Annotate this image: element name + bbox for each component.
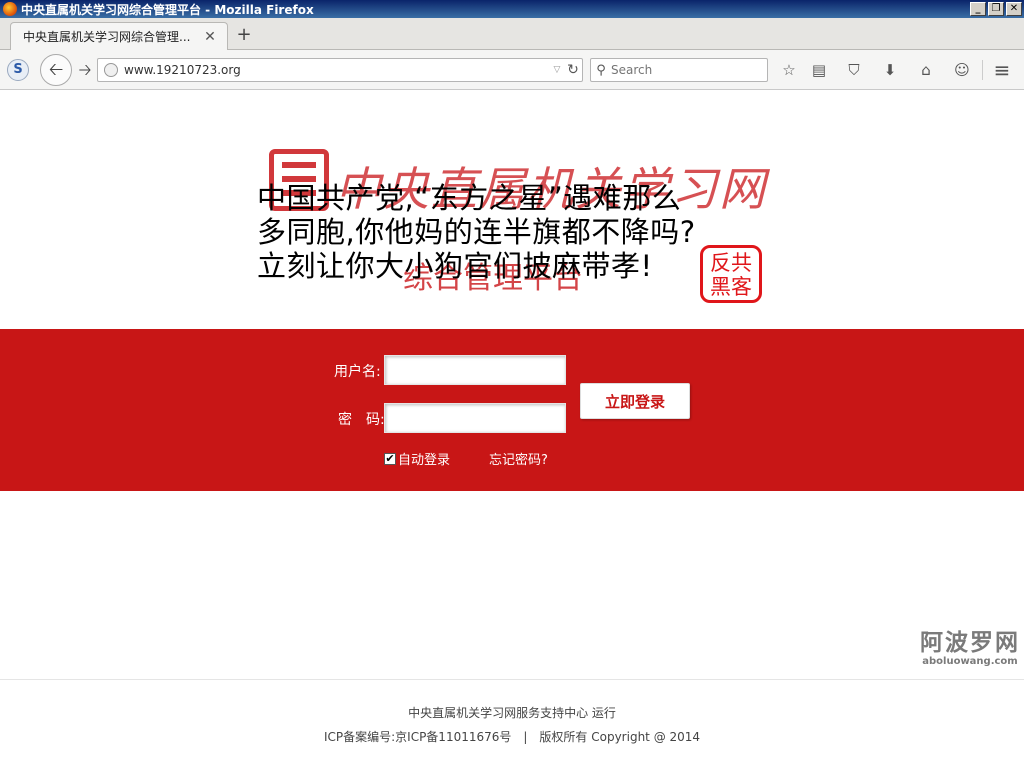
page-content: 中央直属机关学习网 综合管理平台 中国共产党,“东方之星”遇难那么 多同胞,你他… [0,91,1024,768]
tab-active[interactable]: 中央直属机关学习网综合管理... ✕ [10,22,228,50]
login-button[interactable]: 立即登录 [580,383,690,419]
search-bar[interactable]: ⚲ [590,58,768,82]
home-icon[interactable]: ⌂ [916,60,936,80]
chat-icon[interactable]: ☺ [952,60,972,80]
window-controls: _ ❐ ✕ [970,2,1022,16]
auto-login-label: 自动登录 [398,453,451,468]
url-bar[interactable]: ▽ ↻ [97,58,583,82]
pocket-icon[interactable]: ⛉ [844,60,864,80]
defacement-message: 中国共产党,“东方之星”遇难那么 多同胞,你他妈的连半旗都不降吗? 立刻让你大小… [257,181,777,283]
search-input[interactable] [611,63,767,77]
forward-button[interactable]: 🡢 [76,60,94,80]
firefox-logo-icon [3,2,17,16]
watermark-en: aboluowang.com [922,656,1018,667]
site-banner: 中央直属机关学习网 综合管理平台 中国共产党,“东方之星”遇难那么 多同胞,你他… [255,143,775,313]
back-button[interactable]: 🡠 [40,54,72,86]
sogou-extension-icon[interactable]: S [7,59,29,81]
tab-close-icon[interactable]: ✕ [203,29,217,45]
watermark: 阿波罗网 aboluowang.com [918,630,1022,668]
footer-copyright: ICP备案编号:京ICP备11011676号 | 版权所有 Copyright … [323,730,701,744]
tab-strip: 中央直属机关学习网综合管理... ✕ + [0,18,1024,50]
stamp-line: 黑客 [710,275,752,299]
tab-label: 中央直属机关学习网综合管理... [23,30,191,44]
window-title: 中央直属机关学习网综合管理平台 - Mozilla Firefox [21,2,314,17]
username-label: 用户名: [334,364,381,380]
url-dropdown-icon[interactable]: ▽ [550,65,564,75]
defacement-line: 中国共产党,“东方之星”遇难那么 [257,181,682,215]
bookmark-star-icon[interactable]: ☆ [779,60,799,80]
new-tab-button[interactable]: + [234,24,254,46]
watermark-cn: 阿波罗网 [920,630,1020,656]
reload-icon[interactable]: ↻ [564,62,582,78]
globe-icon [104,63,118,77]
reader-list-icon[interactable]: ▤ [809,60,829,80]
hacker-stamp: 反共 黑客 [700,245,762,303]
window-titlebar: 中央直属机关学习网综合管理平台 - Mozilla Firefox _ ❐ ✕ [0,0,1024,18]
toolbar-separator [982,60,983,80]
url-input[interactable] [124,63,550,77]
minimize-button[interactable]: _ [970,2,986,16]
defacement-line: 立刻让你大小狗官们披麻带孝! [257,249,653,283]
defacement-line: 多同胞,你他妈的连半旗都不降吗? [257,215,696,249]
nav-toolbar: S 🡠 🡢 ▽ ↻ ⚲ ☆ ▤ ⛉ ⬇ ⌂ ☺ ≡ [0,50,1024,90]
menu-icon[interactable]: ≡ [992,60,1012,80]
download-icon[interactable]: ⬇ [880,60,900,80]
close-window-button[interactable]: ✕ [1006,2,1022,16]
forgot-password-link[interactable]: 忘记密码? [489,449,548,468]
stamp-line: 反共 [710,251,752,275]
footer-operator: 中央直属机关学习网服务支持中心 运行 [408,706,616,720]
search-icon: ⚲ [596,62,606,78]
login-panel: 用户名: 密 码: 立即登录 ✔ 自动登录 忘记密码? [0,329,1024,491]
username-input[interactable] [384,355,566,385]
password-input[interactable] [384,403,566,433]
auto-login-option[interactable]: ✔ 自动登录 [384,449,450,468]
restore-button[interactable]: ❐ [988,2,1004,16]
page-footer: 中央直属机关学习网服务支持中心 运行 ICP备案编号:京ICP备11011676… [0,679,1024,759]
auto-login-checkbox[interactable]: ✔ [384,452,396,465]
password-label: 密 码: [338,412,385,428]
